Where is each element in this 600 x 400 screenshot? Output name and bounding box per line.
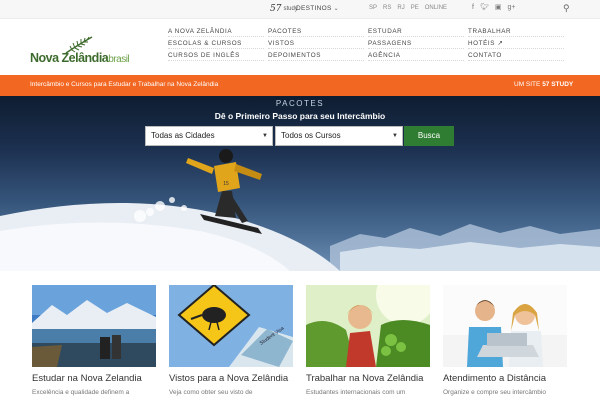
card-description: Estudantes internacionais com um	[306, 389, 406, 396]
top-utility-bar: 57 study DESTINOS ⌄ SP RS RJ PE ONLINE f…	[0, 0, 600, 19]
dropdown-arrow-icon: ▼	[392, 133, 398, 139]
snowboarder-hero-image: 15	[0, 149, 600, 271]
city-link-sp[interactable]: SP	[369, 5, 377, 11]
chevron-down-icon: ⌄	[333, 6, 339, 12]
card-vistos[interactable]: Student Visa Vistos para a Nova Zelândia…	[169, 285, 293, 396]
twitter-icon[interactable]: 🐦︎	[480, 4, 489, 12]
card-atendimento[interactable]: Atendimento a Distância Organize e compr…	[443, 285, 567, 396]
city-link-pe[interactable]: PE	[411, 5, 419, 11]
dropdown-arrow-icon: ▼	[262, 133, 268, 139]
logo-main-text: Nova Zelândia	[30, 51, 109, 65]
social-links: f 🐦︎ ▣ g+	[472, 4, 515, 12]
kiwi-sign-photo: Student Visa	[169, 285, 293, 367]
nav-column-3: ESTUDAR PASSAGENS AGÊNCIA	[368, 26, 464, 62]
card-image	[443, 285, 567, 367]
search-button[interactable]: Busca	[404, 126, 454, 146]
destinos-label: DESTINOS	[296, 5, 332, 12]
tagline-bar: Intercâmbio e Cursos para Estudar e Trab…	[0, 75, 600, 96]
brand-number: 57	[270, 4, 282, 14]
nav-item-trabalhar[interactable]: TRABALHAR	[468, 26, 564, 37]
lake-mountains-photo	[32, 285, 156, 367]
garden-worker-photo	[306, 285, 430, 367]
nav-item-contato[interactable]: CONTATO	[468, 50, 564, 61]
hero-title: Dê o Primeiro Passo para seu Intercâmbio	[214, 111, 386, 121]
card-description: Veja como obter seu visto de	[169, 389, 253, 396]
facebook-icon[interactable]: f	[472, 4, 474, 12]
card-description: Excelência e qualidade definem a	[32, 389, 130, 396]
site-logo[interactable]: Nova Zelândiabrasil	[30, 35, 130, 69]
um-site-prefix: UM SITE	[514, 81, 541, 88]
destinos-dropdown[interactable]: DESTINOS ⌄	[296, 5, 339, 12]
google-plus-icon[interactable]: g+	[507, 4, 515, 12]
card-image	[306, 285, 430, 367]
nav-item-agencia[interactable]: AGÊNCIA	[368, 50, 464, 61]
site-header: Nova Zelândiabrasil A NOVA ZELÂNDIA ESCO…	[0, 19, 600, 75]
card-title[interactable]: Atendimento a Distância	[443, 373, 567, 384]
um-site-brand: 57 STUDY	[542, 81, 574, 88]
nav-item-estudar[interactable]: ESTUDAR	[368, 26, 464, 37]
hero-banner: 15 PACOTES Dê o Primeiro Passo para seu …	[0, 96, 600, 271]
57study-brand-link[interactable]: 57 study	[270, 4, 298, 14]
city-select-value: Todas as Cidades	[151, 131, 215, 140]
card-description: Organize e compre seu intercâmbio	[443, 389, 546, 396]
card-title[interactable]: Estudar na Nova Zelandia	[32, 373, 156, 384]
city-link-online[interactable]: ONLINE	[425, 5, 447, 11]
nav-column-1: A NOVA ZELÂNDIA ESCOLAS & CURSOS CURSOS …	[168, 26, 264, 62]
card-title[interactable]: Trabalhar na Nova Zelândia	[306, 373, 430, 384]
card-image: Student Visa	[169, 285, 293, 367]
card-image	[32, 285, 156, 367]
couple-laptop-photo	[443, 285, 567, 367]
city-link-rs[interactable]: RS	[383, 5, 391, 11]
nav-item-a-nova-zelandia[interactable]: A NOVA ZELÂNDIA	[168, 26, 264, 37]
nav-column-2: PACOTES VISTOS DEPOIMENTOS	[268, 26, 364, 62]
nav-item-depoimentos[interactable]: DEPOIMENTOS	[268, 50, 364, 61]
course-select[interactable]: Todos os Cursos ▼	[275, 126, 403, 146]
feature-cards: Estudar na Nova Zelandia Excelência e qu…	[0, 271, 600, 400]
city-select[interactable]: Todas as Cidades ▼	[145, 126, 273, 146]
city-links: SP RS RJ PE ONLINE	[369, 5, 447, 11]
logo-suffix-text: brasil	[108, 54, 130, 65]
instagram-icon[interactable]: ▣	[495, 4, 502, 12]
hero-section-label: PACOTES	[275, 99, 325, 108]
card-trabalhar[interactable]: Trabalhar na Nova Zelândia Estudantes in…	[306, 285, 430, 396]
svg-text:15: 15	[223, 181, 229, 187]
nav-item-escolas-cursos[interactable]: ESCOLAS & CURSOS	[168, 38, 264, 49]
nav-item-passagens[interactable]: PASSAGENS	[368, 38, 464, 49]
nav-column-4: TRABALHAR HOTÉIS ↗ CONTATO	[468, 26, 564, 62]
course-select-value: Todos os Cursos	[281, 131, 341, 140]
city-link-rj[interactable]: RJ	[397, 5, 404, 11]
logo-wordmark: Nova Zelândiabrasil	[30, 51, 130, 65]
nav-item-hoteis[interactable]: HOTÉIS ↗	[468, 38, 564, 49]
nav-item-vistos[interactable]: VISTOS	[268, 38, 364, 49]
site-tagline: Intercâmbio e Cursos para Estudar e Trab…	[30, 81, 219, 88]
nav-item-cursos-ingles[interactable]: CURSOS DE INGLÊS	[168, 50, 264, 61]
search-icon[interactable]: ⚲	[563, 3, 570, 14]
card-estudar[interactable]: Estudar na Nova Zelandia Excelência e qu…	[32, 285, 156, 396]
nav-item-pacotes[interactable]: PACOTES	[268, 26, 364, 37]
um-site-57study-link[interactable]: UM SITE 57 STUDY	[514, 81, 573, 88]
card-title[interactable]: Vistos para a Nova Zelândia	[169, 373, 293, 384]
